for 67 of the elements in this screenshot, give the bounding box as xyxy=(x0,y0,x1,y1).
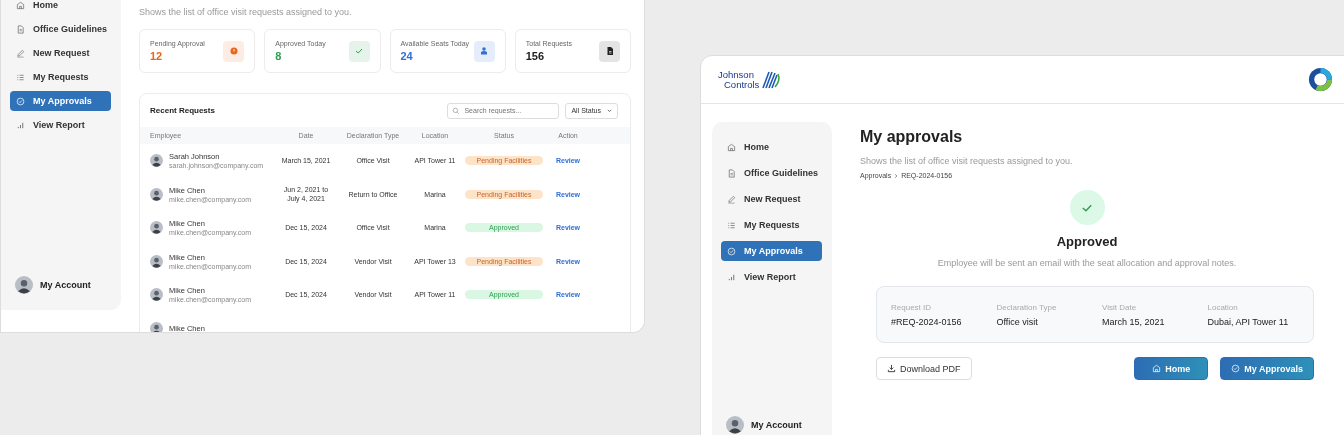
status-note: Employee will be sent an email with the seat allocation and approval notes. xyxy=(937,258,1237,268)
sidebar-item[interactable]: Office Guidelines xyxy=(10,19,111,39)
sidebar-item[interactable]: Home xyxy=(10,0,111,15)
avatar xyxy=(150,154,163,168)
sidebar-item[interactable]: My Approvals xyxy=(721,241,822,261)
avatar xyxy=(150,221,163,235)
document-icon xyxy=(727,168,736,178)
chevron-icon xyxy=(893,172,900,179)
detail-value: Dubai, API Tower 11 xyxy=(1207,316,1290,327)
logo: Johnson Controls xyxy=(718,69,783,90)
document-icon xyxy=(16,24,25,34)
download-icon xyxy=(887,364,896,373)
sidebar-item[interactable]: Office Guidelines xyxy=(721,163,822,183)
page-subtitle: Shows the list of office visit requests assigned to you. xyxy=(860,155,1074,167)
page-title: My approvals xyxy=(860,127,964,147)
detail-value: March 15, 2021 xyxy=(1102,316,1166,327)
stat-value: 12 xyxy=(150,50,164,62)
account-label[interactable]: My Account xyxy=(40,280,91,290)
home-icon xyxy=(1152,364,1162,373)
sidebar-item[interactable]: My Approvals xyxy=(10,91,111,111)
home-button[interactable]: Home xyxy=(1134,357,1209,380)
check-icon xyxy=(354,46,364,56)
download-button[interactable]: Download PDF xyxy=(876,357,972,380)
check-icon xyxy=(1069,190,1105,225)
sidebar-item[interactable]: Home xyxy=(721,137,822,157)
sidebar-item[interactable]: View Report xyxy=(721,267,822,287)
detail-value: #REQ-2024-0156 xyxy=(891,316,963,327)
stat-value: 24 xyxy=(400,50,414,62)
status-title: Approved xyxy=(1056,234,1118,249)
avatar xyxy=(150,187,163,201)
person-icon xyxy=(479,46,490,56)
sidebar-item[interactable]: View Report xyxy=(10,115,111,135)
stat-value: 8 xyxy=(275,50,283,62)
approvals-button[interactable]: My Approvals xyxy=(1220,357,1314,380)
pencil-icon xyxy=(16,48,25,58)
pencil-icon xyxy=(727,194,736,204)
alert-icon xyxy=(228,46,239,56)
detail-label: Visit Date xyxy=(1102,302,1138,312)
home-icon xyxy=(16,0,25,10)
bar-chart-icon xyxy=(16,120,25,130)
stat-value: 156 xyxy=(525,50,546,62)
detail-value: Office visit xyxy=(996,316,1039,327)
page-subtitle: Shows the list of office visit requests assigned to you. xyxy=(139,6,353,18)
profile-avatar[interactable] xyxy=(1308,67,1333,92)
account-label[interactable]: My Account xyxy=(751,420,802,430)
avatar xyxy=(726,416,744,434)
sidebar-item[interactable]: New Request xyxy=(721,189,822,209)
search-icon xyxy=(452,106,461,115)
sidebar-item[interactable]: My Requests xyxy=(721,215,822,235)
avatar xyxy=(150,288,163,302)
detail-label: Declaration Type xyxy=(996,302,1058,312)
sidebar-item[interactable]: New Request xyxy=(10,43,111,63)
check-circle-icon xyxy=(727,246,736,256)
detail-label: Request ID xyxy=(891,302,933,312)
home-icon xyxy=(727,142,736,152)
detail-label: Location xyxy=(1207,302,1239,312)
sidebar-item[interactable]: My Requests xyxy=(10,67,111,87)
check-circle-icon xyxy=(16,96,25,106)
avatar xyxy=(150,321,163,332)
avatar xyxy=(15,276,33,294)
card-title: Recent Requests xyxy=(150,106,216,115)
avatar xyxy=(150,254,163,268)
list-icon xyxy=(727,220,736,230)
bar-chart-icon xyxy=(727,272,736,282)
list-icon xyxy=(16,72,25,82)
check-circle-icon xyxy=(1231,364,1241,373)
caret-icon xyxy=(606,107,613,114)
